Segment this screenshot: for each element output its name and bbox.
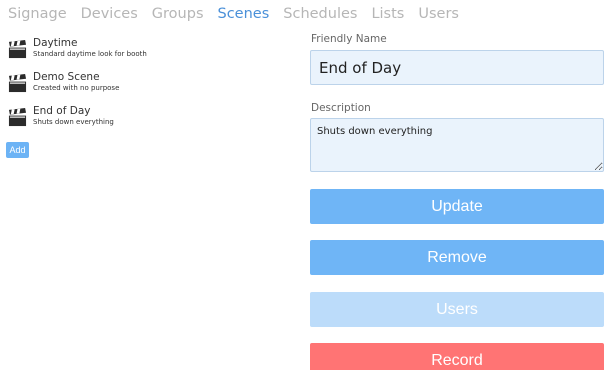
scene-description: Created with no purpose [33, 84, 120, 92]
clapperboard-icon [8, 40, 27, 59]
users-button[interactable]: Users [310, 292, 604, 327]
record-button[interactable]: Record [310, 343, 604, 370]
tab-scenes[interactable]: Scenes [218, 6, 270, 22]
scene-description: Standard daytime look for booth [33, 50, 147, 58]
friendly-name-input[interactable] [310, 50, 604, 85]
scene-name: Daytime [33, 37, 78, 49]
tab-groups[interactable]: Groups [152, 6, 204, 22]
update-button[interactable]: Update [310, 189, 604, 224]
scene-name: End of Day [33, 105, 91, 117]
clapperboard-icon [8, 108, 27, 127]
clapperboard-icon [8, 74, 27, 93]
scene-item-end-of-day[interactable]: End of Day Shuts down everything [8, 105, 298, 139]
scene-name: Demo Scene [33, 71, 100, 83]
tab-signage[interactable]: Signage [8, 6, 67, 22]
tab-lists[interactable]: Lists [371, 6, 404, 22]
scene-description: Shuts down everything [33, 118, 114, 126]
scenes-page: Signage Devices Groups Scenes Schedules … [0, 0, 605, 370]
scene-item-demo-scene[interactable]: Demo Scene Created with no purpose [8, 71, 298, 105]
scene-item-daytime[interactable]: Daytime Standard daytime look for booth [8, 37, 298, 71]
description-label: Description [311, 102, 371, 114]
description-textarea[interactable]: Shuts down everything [310, 118, 604, 172]
friendly-name-label: Friendly Name [311, 33, 387, 45]
remove-button[interactable]: Remove [310, 240, 604, 275]
tab-devices[interactable]: Devices [81, 6, 138, 22]
tab-users[interactable]: Users [418, 6, 459, 22]
scene-list: Daytime Standard daytime look for booth … [8, 37, 298, 139]
tab-schedules[interactable]: Schedules [283, 6, 357, 22]
add-scene-button[interactable]: Add [6, 142, 29, 158]
top-nav: Signage Devices Groups Scenes Schedules … [0, 0, 465, 28]
